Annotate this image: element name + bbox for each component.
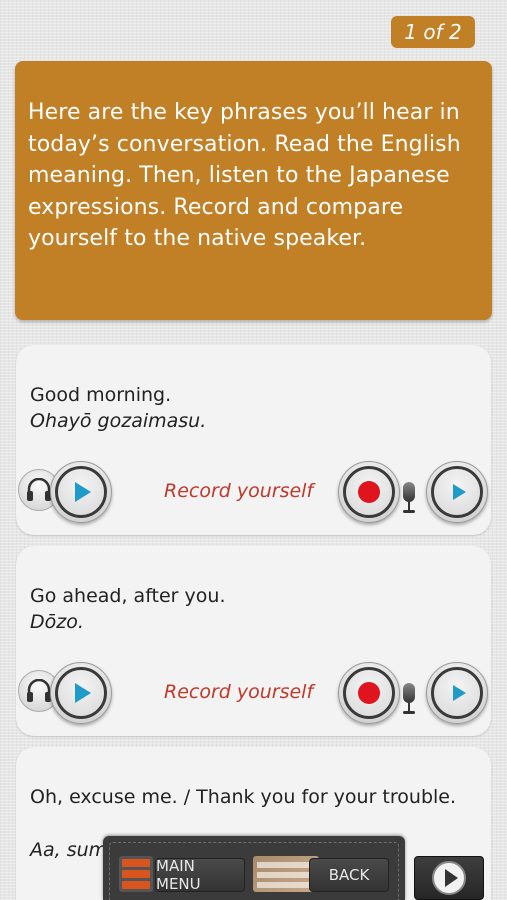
- play-native-button[interactable]: [50, 461, 112, 523]
- phrase-romaji: Ohayō gozaimasu.: [30, 410, 207, 432]
- audio-controls: Record yourself: [16, 460, 491, 530]
- record-button[interactable]: [338, 461, 400, 523]
- phrase-card: Good morning. Ohayō gozaimasu. Record yo…: [16, 345, 491, 535]
- next-page-button[interactable]: [414, 856, 484, 900]
- bottom-nav-bar: MAIN MENU BACK: [103, 836, 405, 900]
- play-icon: [452, 484, 466, 500]
- record-yourself-label: Record yourself: [164, 681, 314, 703]
- microphone-icon: [401, 683, 417, 727]
- phrase-card: Go ahead, after you. Dōzo. Record yourse…: [16, 546, 491, 736]
- page-counter: 1 of 2: [391, 16, 475, 48]
- record-icon: [358, 481, 380, 503]
- record-icon: [358, 682, 380, 704]
- play-icon: [75, 683, 91, 703]
- back-button[interactable]: BACK: [309, 858, 389, 892]
- main-menu-thumbnail: [119, 856, 153, 892]
- phrase-english: Oh, excuse me. / Thank you for your trou…: [30, 786, 457, 808]
- phrase-english: Go ahead, after you.: [30, 585, 226, 607]
- play-native-button[interactable]: [50, 662, 112, 724]
- microphone-icon: [401, 482, 417, 526]
- phrase-romaji: Dōzo.: [30, 611, 84, 633]
- record-yourself-label: Record yourself: [164, 480, 314, 502]
- record-button[interactable]: [338, 662, 400, 724]
- audio-controls: Record yourself: [16, 661, 491, 731]
- phrase-english: Good morning.: [30, 384, 172, 406]
- main-menu-button[interactable]: MAIN MENU: [155, 857, 245, 893]
- play-icon: [75, 482, 91, 502]
- play-recording-button[interactable]: [426, 461, 488, 523]
- intro-instructions: Here are the key phrases you’ll hear in …: [15, 61, 492, 320]
- play-recording-button[interactable]: [426, 662, 488, 724]
- next-arrow-icon: [444, 869, 458, 887]
- play-icon: [452, 685, 466, 701]
